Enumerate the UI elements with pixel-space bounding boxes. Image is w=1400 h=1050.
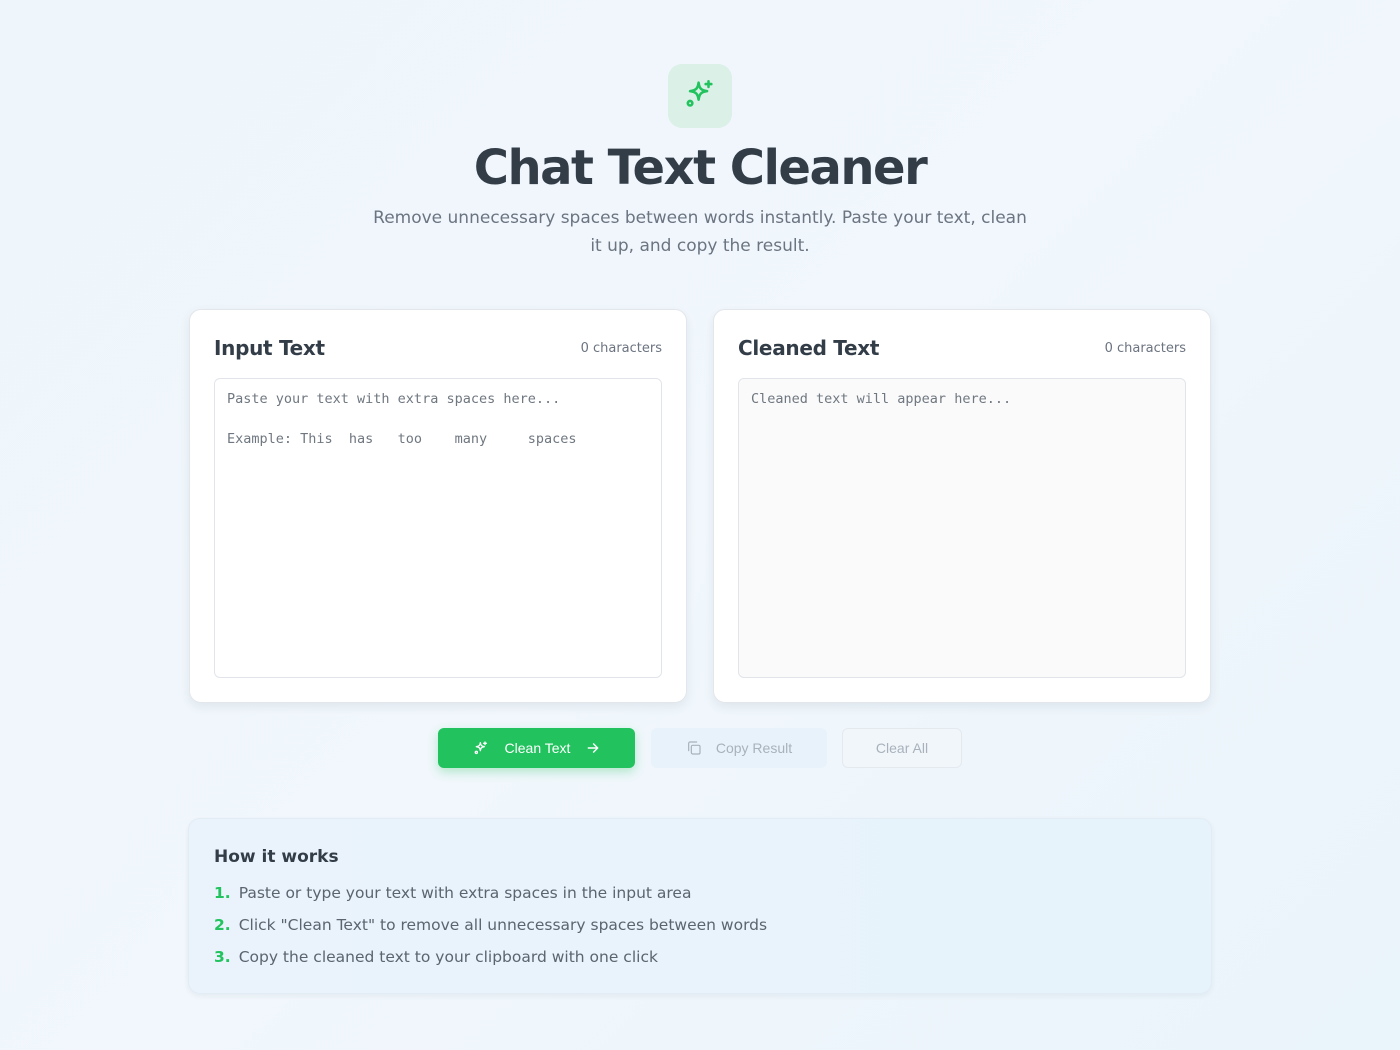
output-char-count: 0 characters — [1104, 341, 1186, 356]
sparkles-icon — [683, 77, 717, 115]
input-panel: Input Text 0 characters — [189, 309, 687, 703]
copy-icon — [686, 740, 702, 756]
list-item: 3. Copy the cleaned text to your clipboar… — [214, 946, 767, 978]
how-it-works-title: How it works — [214, 847, 339, 867]
output-textarea[interactable] — [738, 378, 1186, 678]
how-it-works-panel: How it works 1. Paste or type your text w… — [188, 818, 1212, 994]
output-panel-title: Cleaned Text — [738, 336, 880, 360]
list-item: 2. Click "Clean Text" to remove all unnec… — [214, 914, 767, 946]
copy-result-button[interactable]: Copy Result — [651, 728, 827, 768]
input-panel-title: Input Text — [214, 336, 325, 360]
input-textarea[interactable] — [214, 378, 662, 678]
how-it-works-steps: 1. Paste or type your text with extra spa… — [214, 882, 767, 978]
list-item: 1. Paste or type your text with extra spa… — [214, 882, 767, 914]
clean-text-label: Clean Text — [504, 740, 571, 756]
page-title: Chat Text Cleaner — [473, 140, 928, 196]
copy-result-label: Copy Result — [715, 740, 793, 756]
clear-all-button[interactable]: Clear All — [842, 728, 962, 768]
page-subtitle: Remove unnecessary spaces between words … — [373, 208, 1027, 256]
output-panel: Cleaned Text 0 characters — [713, 309, 1211, 703]
clean-text-button[interactable]: Clean Text — [438, 728, 635, 768]
step-number: 2. — [214, 916, 231, 934]
input-char-count: 0 characters — [580, 341, 662, 356]
sparkles-icon — [473, 740, 489, 756]
step-number: 3. — [214, 948, 231, 966]
step-text: Click "Clean Text" to remove all unneces… — [238, 916, 768, 934]
logo — [668, 64, 732, 128]
step-number: 1. — [214, 884, 231, 902]
arrow-right-icon — [586, 741, 600, 755]
step-text: Copy the cleaned text to your clipboard … — [238, 948, 658, 966]
clear-all-label: Clear All — [875, 740, 929, 756]
step-text: Paste or type your text with extra space… — [238, 884, 692, 902]
